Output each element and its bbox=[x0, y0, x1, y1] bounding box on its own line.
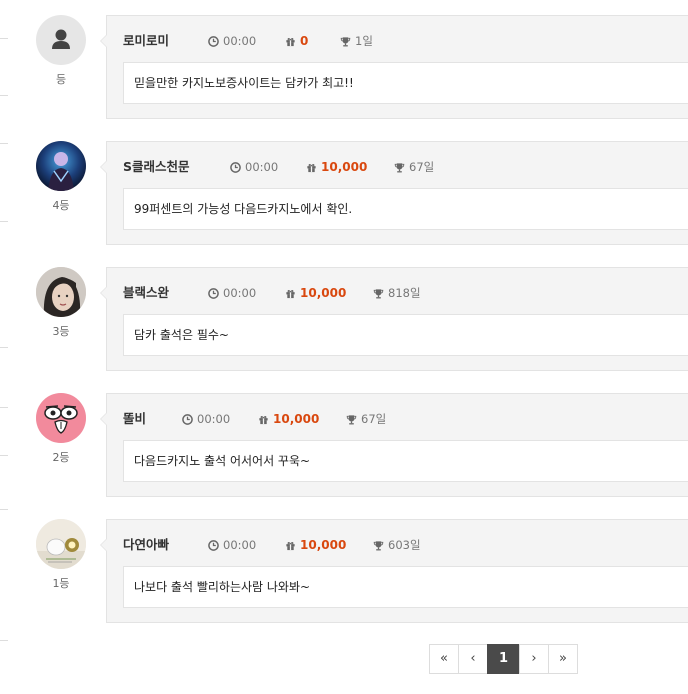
entry-meta: S클래스천문 00:00 10,000 67일 bbox=[123, 158, 688, 176]
profile-photo bbox=[36, 267, 86, 317]
attendance-entry: 2등 똘비 00:00 10,000 67일 다음드카지노 출석 어서어서 꾸욱… bbox=[0, 393, 688, 499]
gift-icon bbox=[307, 164, 316, 173]
streak-value: 1일 bbox=[355, 34, 373, 48]
points-value: 0 bbox=[300, 34, 309, 48]
rank-label: 1등 bbox=[52, 577, 70, 590]
clock-icon bbox=[182, 414, 193, 425]
streak-value: 603일 bbox=[388, 538, 421, 552]
current-page-button[interactable]: 1 bbox=[487, 644, 520, 674]
nickname[interactable]: 똘비 bbox=[123, 410, 146, 428]
avatar-column: 3등 bbox=[36, 267, 86, 339]
avatar-column: 2등 bbox=[36, 393, 86, 465]
rank-label: 등 bbox=[55, 73, 67, 86]
comment-card: 다연아빠 00:00 10,000 603일 나보다 출석 빨리하는사람 나와봐… bbox=[100, 519, 688, 623]
attendance-entry: 3등 블랙스완 00:00 10,000 818일 담카 출석은 필수~ bbox=[0, 267, 688, 373]
avatar-column: 1등 bbox=[36, 519, 86, 591]
time-info: 00:00 bbox=[208, 32, 256, 50]
comment-text: 다음드카지노 출석 어서어서 꾸욱~ bbox=[123, 440, 688, 482]
last-page-button[interactable]: » bbox=[548, 644, 578, 674]
comment-card: 블랙스완 00:00 10,000 818일 담카 출석은 필수~ bbox=[100, 267, 688, 371]
time-info: 00:00 bbox=[230, 158, 278, 176]
nickname[interactable]: 로미로미 bbox=[123, 32, 169, 50]
rank-label: 3등 bbox=[52, 325, 70, 338]
streak-info: 67일 bbox=[346, 410, 386, 428]
points-info: 10,000 bbox=[285, 536, 346, 554]
points-info: 0 bbox=[285, 32, 308, 50]
entry-meta: 로미로미 00:00 0 1일 bbox=[123, 32, 688, 50]
avatar-column: 4등 bbox=[36, 141, 86, 213]
first-page-button[interactable]: « bbox=[429, 644, 459, 674]
points-value: 10,000 bbox=[273, 412, 320, 426]
nickname[interactable]: S클래스천문 bbox=[123, 158, 190, 176]
comment-text: 담카 출석은 필수~ bbox=[123, 314, 688, 356]
time-value: 00:00 bbox=[223, 34, 257, 48]
avatar[interactable] bbox=[36, 519, 86, 569]
points-info: 10,000 bbox=[306, 158, 367, 176]
trophy-icon bbox=[373, 289, 384, 299]
avatar[interactable] bbox=[36, 15, 86, 65]
entry-meta: 다연아빠 00:00 10,000 603일 bbox=[123, 536, 688, 554]
gift-icon bbox=[286, 38, 295, 47]
clock-icon bbox=[230, 162, 241, 173]
points-info: 10,000 bbox=[285, 284, 346, 302]
avatar[interactable] bbox=[36, 393, 86, 443]
gift-icon bbox=[259, 416, 268, 425]
time-value: 00:00 bbox=[223, 286, 257, 300]
comment-card: 로미로미 00:00 0 1일 믿을만한 카지노보증사이트는 담카가 최고!! bbox=[100, 15, 688, 119]
entry-meta: 똘비 00:00 10,000 67일 bbox=[123, 410, 688, 428]
rank-label: 4등 bbox=[52, 199, 70, 212]
trophy-icon bbox=[340, 37, 351, 47]
streak-value: 67일 bbox=[409, 160, 435, 174]
time-info: 00:00 bbox=[182, 410, 230, 428]
next-page-button[interactable]: › bbox=[519, 644, 549, 674]
trophy-icon bbox=[373, 541, 384, 551]
trophy-icon bbox=[394, 163, 405, 173]
attendance-entry: 등 로미로미 00:00 0 1일 믿을만한 카지노보증사이트는 담카가 최고!… bbox=[0, 15, 688, 121]
pink-character-avatar bbox=[36, 393, 86, 443]
clock-icon bbox=[208, 36, 219, 47]
profile-photo bbox=[36, 519, 86, 569]
comment-card: 똘비 00:00 10,000 67일 다음드카지노 출석 어서어서 꾸욱~ bbox=[100, 393, 688, 497]
points-info: 10,000 bbox=[258, 410, 319, 428]
streak-info: 818일 bbox=[373, 284, 421, 302]
points-value: 10,000 bbox=[300, 538, 347, 552]
streak-value: 818일 bbox=[388, 286, 421, 300]
rank-label: 2등 bbox=[52, 451, 70, 464]
time-value: 00:00 bbox=[223, 538, 257, 552]
pagination: « ‹ 1 › » bbox=[429, 644, 578, 674]
avatar-column: 등 bbox=[36, 15, 86, 87]
comment-text: 99퍼센트의 가능성 다음드카지노에서 확인. bbox=[123, 188, 688, 230]
nickname[interactable]: 다연아빠 bbox=[123, 536, 169, 554]
prev-page-button[interactable]: ‹ bbox=[458, 644, 488, 674]
default-user-icon bbox=[52, 29, 70, 49]
streak-value: 67일 bbox=[361, 412, 387, 426]
attendance-entry: 4등 S클래스천문 00:00 10,000 67일 99퍼센트의 가능성 다음… bbox=[0, 141, 688, 247]
comment-text: 믿을만한 카지노보증사이트는 담카가 최고!! bbox=[123, 62, 688, 104]
points-value: 10,000 bbox=[300, 286, 347, 300]
divider bbox=[0, 509, 8, 510]
time-info: 00:00 bbox=[208, 284, 256, 302]
time-info: 00:00 bbox=[208, 536, 256, 554]
time-value: 00:00 bbox=[197, 412, 231, 426]
clock-icon bbox=[208, 288, 219, 299]
clock-icon bbox=[208, 540, 219, 551]
divider bbox=[0, 640, 8, 641]
avatar[interactable] bbox=[36, 267, 86, 317]
streak-info: 603일 bbox=[373, 536, 421, 554]
profile-photo bbox=[36, 141, 86, 191]
streak-info: 67일 bbox=[394, 158, 434, 176]
nickname[interactable]: 블랙스완 bbox=[123, 284, 169, 302]
gift-icon bbox=[286, 542, 295, 551]
gift-icon bbox=[286, 290, 295, 299]
attendance-entry: 1등 다연아빠 00:00 10,000 603일 나보다 출석 빨리하는사람 … bbox=[0, 519, 688, 625]
time-value: 00:00 bbox=[245, 160, 279, 174]
comment-card: S클래스천문 00:00 10,000 67일 99퍼센트의 가능성 다음드카지… bbox=[100, 141, 688, 245]
comment-text: 나보다 출석 빨리하는사람 나와봐~ bbox=[123, 566, 688, 608]
entry-meta: 블랙스완 00:00 10,000 818일 bbox=[123, 284, 688, 302]
streak-info: 1일 bbox=[340, 32, 373, 50]
avatar[interactable] bbox=[36, 141, 86, 191]
trophy-icon bbox=[346, 415, 357, 425]
points-value: 10,000 bbox=[321, 160, 368, 174]
